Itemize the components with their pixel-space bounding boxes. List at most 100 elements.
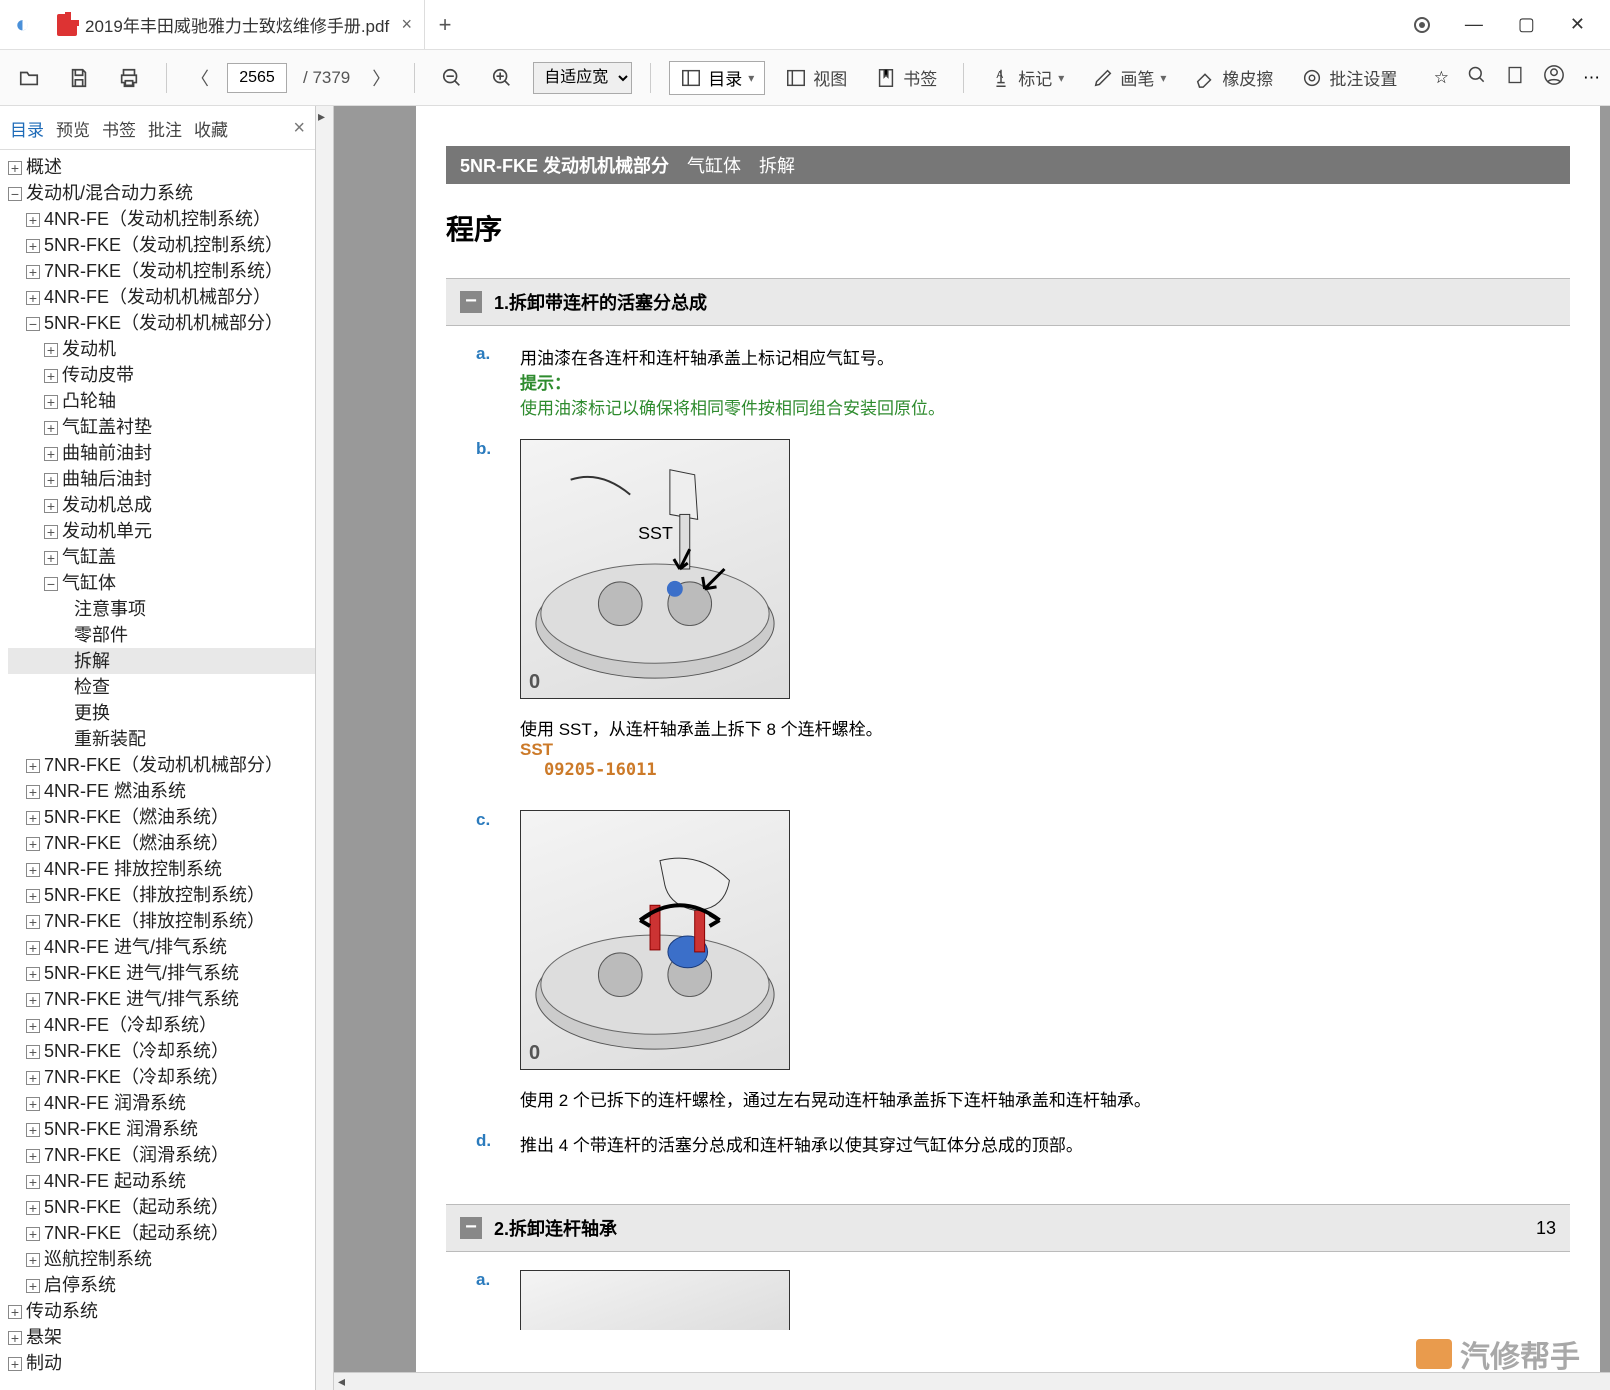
user-icon[interactable]	[1543, 64, 1565, 91]
toc-node[interactable]: +传动系统	[8, 1298, 315, 1324]
expand-icon[interactable]: +	[26, 1175, 40, 1189]
toc-node[interactable]: +7NR-FKE 进气/排气系统	[8, 986, 315, 1012]
note-icon[interactable]	[1505, 65, 1525, 90]
toc-node[interactable]: +5NR-FKE 润滑系统	[8, 1116, 315, 1142]
toc-node[interactable]: +5NR-FKE（冷却系统）	[8, 1038, 315, 1064]
toc-node[interactable]: 拆解	[8, 648, 315, 674]
toc-tree[interactable]: +概述−发动机/混合动力系统+4NR-FE（发动机控制系统）+5NR-FKE（发…	[0, 150, 315, 1390]
side-tab-preview[interactable]: 预览	[56, 116, 90, 141]
view-button[interactable]: 视图	[777, 61, 855, 94]
toc-node[interactable]: +发动机总成	[8, 492, 315, 518]
horizontal-scrollbar[interactable]: ◂	[334, 1372, 1610, 1390]
expand-icon[interactable]: −	[26, 317, 40, 331]
expand-icon[interactable]: +	[44, 473, 58, 487]
record-icon[interactable]	[1414, 17, 1430, 33]
new-tab-button[interactable]: +	[425, 12, 465, 38]
side-tab-favorite[interactable]: 收藏	[194, 116, 228, 141]
toc-node[interactable]: −气缸体	[8, 570, 315, 596]
expand-icon[interactable]: +	[26, 863, 40, 877]
expand-icon[interactable]: +	[26, 993, 40, 1007]
toc-node[interactable]: +曲轴前油封	[8, 440, 315, 466]
expand-icon[interactable]: +	[26, 1097, 40, 1111]
side-panel-close-icon[interactable]: ×	[293, 117, 305, 140]
left-gutter[interactable]: ▸	[316, 106, 334, 1390]
toc-node[interactable]: +启停系统	[8, 1272, 315, 1298]
expand-icon[interactable]: +	[26, 265, 40, 279]
toc-node[interactable]: +7NR-FKE（冷却系统）	[8, 1064, 315, 1090]
expand-icon[interactable]: +	[44, 525, 58, 539]
toc-node[interactable]: +7NR-FKE（发动机控制系统）	[8, 258, 315, 284]
annotation-settings-button[interactable]: 批注设置	[1293, 61, 1405, 94]
document-tab[interactable]: 2019年丰田威驰雅力士致炫维修手册.pdf ×	[45, 0, 425, 49]
expand-icon[interactable]: +	[26, 291, 40, 305]
expand-icon[interactable]: +	[26, 1279, 40, 1293]
next-page-button[interactable]: 〉	[366, 65, 396, 91]
toc-node[interactable]: +5NR-FKE（燃油系统）	[8, 804, 315, 830]
expand-icon[interactable]: +	[26, 915, 40, 929]
expand-icon[interactable]: +	[26, 759, 40, 773]
open-file-button[interactable]	[10, 63, 48, 93]
expand-icon[interactable]: +	[26, 1201, 40, 1215]
expand-icon[interactable]: +	[44, 499, 58, 513]
toc-node[interactable]: +气缸盖衬垫	[8, 414, 315, 440]
toc-node[interactable]: −5NR-FKE（发动机机械部分）	[8, 310, 315, 336]
toc-node[interactable]: +4NR-FE（发动机机械部分）	[8, 284, 315, 310]
toc-node[interactable]: +7NR-FKE（燃油系统）	[8, 830, 315, 856]
toc-node[interactable]: +5NR-FKE（排放控制系统）	[8, 882, 315, 908]
mark-button[interactable]: A标记▾	[982, 61, 1072, 94]
toc-node[interactable]: +4NR-FE 润滑系统	[8, 1090, 315, 1116]
expand-icon[interactable]: +	[26, 889, 40, 903]
tab-close-icon[interactable]: ×	[401, 14, 412, 35]
expand-icon[interactable]: +	[8, 1331, 22, 1345]
side-tab-annotation[interactable]: 批注	[148, 116, 182, 141]
expand-icon[interactable]: +	[26, 239, 40, 253]
toc-node[interactable]: +5NR-FKE（起动系统）	[8, 1194, 315, 1220]
side-tab-bookmark[interactable]: 书签	[102, 116, 136, 141]
side-tab-toc[interactable]: 目录	[10, 116, 44, 141]
toc-dropdown[interactable]: 目录▾	[669, 61, 765, 95]
toc-node[interactable]: +发动机单元	[8, 518, 315, 544]
expand-icon[interactable]: +	[26, 1123, 40, 1137]
save-button[interactable]	[60, 63, 98, 93]
expand-icon[interactable]: +	[44, 369, 58, 383]
toc-node[interactable]: +巡航控制系统	[8, 1246, 315, 1272]
print-button[interactable]	[110, 63, 148, 93]
expand-icon[interactable]: +	[26, 1045, 40, 1059]
expand-icon[interactable]: −	[44, 577, 58, 591]
gutter-arrow-icon[interactable]: ▸	[318, 108, 325, 125]
toc-node[interactable]: +7NR-FKE（起动系统）	[8, 1220, 315, 1246]
expand-icon[interactable]: +	[26, 1019, 40, 1033]
expand-icon[interactable]: +	[26, 1227, 40, 1241]
maximize-button[interactable]: ▢	[1518, 14, 1535, 35]
prev-page-button[interactable]: 〈	[185, 65, 215, 91]
toc-node[interactable]: 注意事项	[8, 596, 315, 622]
toc-node[interactable]: +4NR-FE 进气/排气系统	[8, 934, 315, 960]
close-button[interactable]: ✕	[1570, 14, 1585, 35]
bookmark-button[interactable]: 书签	[867, 61, 945, 94]
toc-node[interactable]: 重新装配	[8, 726, 315, 752]
expand-icon[interactable]: +	[26, 811, 40, 825]
expand-icon[interactable]: +	[44, 395, 58, 409]
toc-node[interactable]: +概述	[8, 154, 315, 180]
toc-node[interactable]: +4NR-FE 燃油系统	[8, 778, 315, 804]
favorite-icon[interactable]: ☆	[1434, 68, 1449, 88]
expand-icon[interactable]: +	[8, 1305, 22, 1319]
toc-node[interactable]: +制动	[8, 1350, 315, 1376]
toc-node[interactable]: +曲轴后油封	[8, 466, 315, 492]
expand-icon[interactable]: −	[8, 187, 22, 201]
expand-icon[interactable]: +	[26, 837, 40, 851]
toc-node[interactable]: +4NR-FE（冷却系统）	[8, 1012, 315, 1038]
toc-node[interactable]: +7NR-FKE（润滑系统）	[8, 1142, 315, 1168]
minimize-button[interactable]: —	[1465, 14, 1483, 35]
expand-icon[interactable]: +	[44, 447, 58, 461]
expand-icon[interactable]: +	[26, 941, 40, 955]
expand-icon[interactable]: +	[44, 421, 58, 435]
toc-node[interactable]: +凸轮轴	[8, 388, 315, 414]
expand-icon[interactable]: +	[26, 967, 40, 981]
toc-node[interactable]: +发动机	[8, 336, 315, 362]
toc-node[interactable]: +7NR-FKE（发动机机械部分）	[8, 752, 315, 778]
toc-node[interactable]: +传动皮带	[8, 362, 315, 388]
scroll-left-arrow-icon[interactable]: ◂	[338, 1373, 345, 1390]
toc-node[interactable]: +4NR-FE（发动机控制系统）	[8, 206, 315, 232]
toc-node[interactable]: +5NR-FKE 进气/排气系统	[8, 960, 315, 986]
